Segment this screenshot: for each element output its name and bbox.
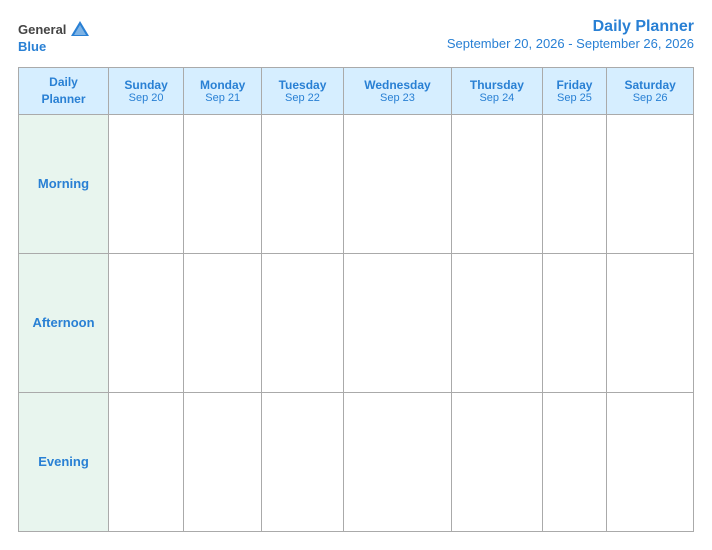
table-body: Morning Afternoon Evening (19, 114, 694, 531)
cell-evening-monday[interactable] (184, 392, 262, 531)
header-saturday: Saturday Sep 26 (607, 68, 694, 115)
day-date-wednesday: Sep 23 (348, 92, 447, 104)
day-name-tuesday: Tuesday (266, 78, 339, 92)
cell-afternoon-wednesday[interactable] (343, 253, 451, 392)
header-tuesday: Tuesday Sep 22 (262, 68, 344, 115)
day-name-thursday: Thursday (456, 78, 537, 92)
day-name-sunday: Sunday (113, 78, 179, 92)
day-name-monday: Monday (188, 78, 257, 92)
header-wednesday: Wednesday Sep 23 (343, 68, 451, 115)
cell-morning-friday[interactable] (542, 114, 607, 253)
table-header: DailyPlanner Sunday Sep 20 Monday Sep 21… (19, 68, 694, 115)
logo-text-general: General (18, 23, 66, 36)
calendar-table: DailyPlanner Sunday Sep 20 Monday Sep 21… (18, 67, 694, 532)
cell-morning-sunday[interactable] (109, 114, 184, 253)
day-date-saturday: Sep 26 (611, 92, 689, 104)
cell-afternoon-saturday[interactable] (607, 253, 694, 392)
row-label-morning: Morning (19, 114, 109, 253)
cell-afternoon-thursday[interactable] (452, 253, 542, 392)
day-date-sunday: Sep 20 (113, 92, 179, 104)
cell-afternoon-tuesday[interactable] (262, 253, 344, 392)
cell-evening-wednesday[interactable] (343, 392, 451, 531)
table-row-evening: Evening (19, 392, 694, 531)
page-header: General Blue Daily Planner September 20,… (18, 18, 694, 53)
cell-evening-tuesday[interactable] (262, 392, 344, 531)
logo-text-blue: Blue (18, 40, 46, 53)
cell-morning-saturday[interactable] (607, 114, 694, 253)
day-date-tuesday: Sep 22 (266, 92, 339, 104)
logo-area: General Blue (18, 18, 91, 53)
cell-morning-thursday[interactable] (452, 114, 542, 253)
table-row-morning: Morning (19, 114, 694, 253)
cell-evening-saturday[interactable] (607, 392, 694, 531)
day-date-thursday: Sep 24 (456, 92, 537, 104)
cell-evening-thursday[interactable] (452, 392, 542, 531)
header-label-cell: DailyPlanner (19, 68, 109, 115)
title-area: Daily Planner September 20, 2026 - Septe… (447, 18, 694, 51)
cell-morning-tuesday[interactable] (262, 114, 344, 253)
header-sunday: Sunday Sep 20 (109, 68, 184, 115)
page-title: Daily Planner (447, 18, 694, 36)
row-label-evening: Evening (19, 392, 109, 531)
table-row-afternoon: Afternoon (19, 253, 694, 392)
logo-icon (69, 18, 91, 40)
cell-morning-monday[interactable] (184, 114, 262, 253)
cell-afternoon-monday[interactable] (184, 253, 262, 392)
cell-evening-friday[interactable] (542, 392, 607, 531)
day-name-friday: Friday (547, 78, 603, 92)
day-name-saturday: Saturday (611, 78, 689, 92)
cell-morning-wednesday[interactable] (343, 114, 451, 253)
day-name-wednesday: Wednesday (348, 78, 447, 92)
date-range: September 20, 2026 - September 26, 2026 (447, 36, 694, 51)
header-friday: Friday Sep 25 (542, 68, 607, 115)
header-label-text: DailyPlanner (41, 75, 85, 106)
header-row: DailyPlanner Sunday Sep 20 Monday Sep 21… (19, 68, 694, 115)
cell-evening-sunday[interactable] (109, 392, 184, 531)
day-date-monday: Sep 21 (188, 92, 257, 104)
header-thursday: Thursday Sep 24 (452, 68, 542, 115)
cell-afternoon-friday[interactable] (542, 253, 607, 392)
day-date-friday: Sep 25 (547, 92, 603, 104)
header-monday: Monday Sep 21 (184, 68, 262, 115)
row-label-afternoon: Afternoon (19, 253, 109, 392)
cell-afternoon-sunday[interactable] (109, 253, 184, 392)
